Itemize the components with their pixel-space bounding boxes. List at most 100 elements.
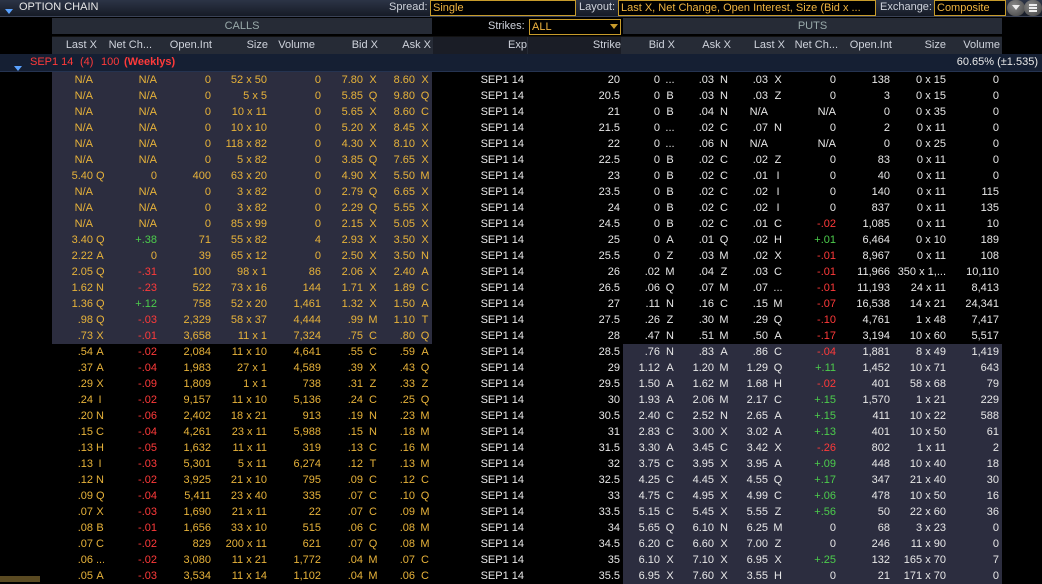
- cell-bid[interactable]: .99: [324, 312, 366, 328]
- cell-pbid[interactable]: 0: [623, 104, 663, 120]
- cell-pbid[interactable]: .11: [623, 296, 663, 312]
- cell-pask[interactable]: .02: [677, 120, 717, 136]
- cell-bid[interactable]: 3.85: [324, 152, 366, 168]
- cell-pbid[interactable]: 6.10: [623, 552, 663, 568]
- layout-select[interactable]: Last X, Net Change, Open Interest, Size …: [618, 0, 876, 16]
- call-col-bid[interactable]: Bid X: [322, 37, 378, 54]
- cell-bid[interactable]: .07: [324, 504, 366, 520]
- cell-pbid[interactable]: .76: [623, 344, 663, 360]
- cell-pask[interactable]: .02: [677, 200, 717, 216]
- put-col-bid[interactable]: Bid X: [623, 37, 675, 54]
- cell-bid[interactable]: .75: [324, 328, 366, 344]
- table-row[interactable]: .29 X -.09 1,809 1 x 1 738.31 Z .33 Z SEP1 14 29.5…: [0, 376, 1002, 392]
- cell-pask[interactable]: 7.10: [677, 552, 717, 568]
- cell-ask[interactable]: .10: [380, 488, 418, 504]
- call-col-last[interactable]: Last X: [52, 37, 97, 54]
- cell-pask[interactable]: 3.95: [677, 456, 717, 472]
- put-col-openint[interactable]: Open.Int: [840, 37, 892, 54]
- table-row[interactable]: N/A N/A 0 10 x 10 0 5.20 X 8.45 X SEP1 14 21.5 0...…: [0, 120, 1002, 136]
- cell-pbid[interactable]: 3.30: [623, 440, 663, 456]
- cell-pask[interactable]: .04: [677, 104, 717, 120]
- table-row[interactable]: 5.40 Q 0 400 63 x 20 0 4.90 X 5.50 M SEP1 14 23 0 B .0…: [0, 168, 1002, 184]
- cell-pask[interactable]: 1.62: [677, 376, 717, 392]
- table-row[interactable]: N/A N/A 0 85 x 99 0 2.15 X 5.05 X SEP1 14 24.5 0 B .0…: [0, 216, 1002, 232]
- table-row[interactable]: .20 N -.06 2,402 18 x 21 913.19 N .23 M SEP1 14 30…: [0, 408, 1002, 424]
- cell-bid[interactable]: .13: [324, 440, 366, 456]
- table-row[interactable]: N/A N/A 0 118 x 82 0 4.30 X 8.10 X SEP1 14 22 0....…: [0, 136, 1002, 152]
- cell-pask[interactable]: .83: [677, 344, 717, 360]
- cell-ask[interactable]: 6.65: [380, 184, 418, 200]
- cell-ask[interactable]: 5.05: [380, 216, 418, 232]
- cell-bid[interactable]: .55: [324, 344, 366, 360]
- table-row[interactable]: .24 I -.02 9,157 11 x 10 5,136.24 C .25 Q SEP1 14…: [0, 392, 1002, 408]
- cell-bid[interactable]: .19: [324, 408, 366, 424]
- cell-bid[interactable]: 1.71: [324, 280, 366, 296]
- table-row[interactable]: .07 C -.02 829 200 x 11 621.07 Q .08 M SEP1 14 34.…: [0, 536, 1002, 552]
- cell-pask[interactable]: 1.20: [677, 360, 717, 376]
- table-row[interactable]: N/A N/A 0 3 x 82 0 2.79 Q 6.65 X SEP1 14 23.5 0 B .02…: [0, 184, 1002, 200]
- cell-bid[interactable]: 5.65: [324, 104, 366, 120]
- call-col-netch[interactable]: Net Ch...: [100, 37, 152, 54]
- cell-pask[interactable]: .02: [677, 152, 717, 168]
- cell-bid[interactable]: .31: [324, 376, 366, 392]
- cell-ask[interactable]: .25: [380, 392, 418, 408]
- cell-pbid[interactable]: .26: [623, 312, 663, 328]
- cell-pask[interactable]: 3.00: [677, 424, 717, 440]
- table-row[interactable]: N/A N/A 0 52 x 50 0 7.80 X 8.60 X SEP1 14 20 0... .0…: [0, 72, 1002, 88]
- cell-pbid[interactable]: 1.50: [623, 376, 663, 392]
- cell-pbid[interactable]: 0: [623, 88, 663, 104]
- cell-pask[interactable]: .03: [677, 88, 717, 104]
- cell-pbid[interactable]: 0: [623, 120, 663, 136]
- cell-bid[interactable]: .39: [324, 360, 366, 376]
- cell-pbid[interactable]: .06: [623, 280, 663, 296]
- cell-pbid[interactable]: 1.93: [623, 392, 663, 408]
- cell-pbid[interactable]: 2.83: [623, 424, 663, 440]
- table-row[interactable]: .06...-.023,08011 x 211,772.04M.07CSEP1 …: [0, 552, 1002, 568]
- cell-pask[interactable]: .01: [677, 232, 717, 248]
- put-col-size[interactable]: Size: [894, 37, 946, 54]
- cell-bid[interactable]: 2.79: [324, 184, 366, 200]
- put-col-netch[interactable]: Net Ch...: [786, 37, 838, 54]
- call-col-ask[interactable]: Ask X: [380, 37, 431, 54]
- chevron-down-icon[interactable]: [1007, 0, 1025, 16]
- cell-ask[interactable]: 1.89: [380, 280, 418, 296]
- cell-pask[interactable]: .51: [677, 328, 717, 344]
- cell-ask[interactable]: 2.40: [380, 264, 418, 280]
- cell-ask[interactable]: 5.50: [380, 168, 418, 184]
- table-row[interactable]: N/A N/A 0 5 x 82 0 3.85 Q 7.65 X SEP1 14 22.5 0 B .02…: [0, 152, 1002, 168]
- cell-pask[interactable]: 2.52: [677, 408, 717, 424]
- cell-pask[interactable]: 3.45: [677, 440, 717, 456]
- cell-ask[interactable]: 8.10: [380, 136, 418, 152]
- put-col-last[interactable]: Last X: [733, 37, 785, 54]
- cell-bid[interactable]: .06: [324, 520, 366, 536]
- cell-ask[interactable]: .23: [380, 408, 418, 424]
- cell-pask[interactable]: .03: [677, 72, 717, 88]
- cell-bid[interactable]: .07: [324, 536, 366, 552]
- cell-bid[interactable]: .07: [324, 488, 366, 504]
- footer-tab[interactable]: [0, 576, 40, 582]
- cell-pbid[interactable]: 0: [623, 72, 663, 88]
- expiration-group-row[interactable]: SEP1 14 (4) 100 (Weeklys) 60.65% (±1.535…: [0, 54, 1042, 72]
- cell-pbid[interactable]: 0: [623, 168, 663, 184]
- table-row[interactable]: .12 N -.02 3,925 21 x 10 795.09 C .12 C SEP1 14 32…: [0, 472, 1002, 488]
- call-col-size[interactable]: Size: [214, 37, 268, 54]
- cell-pask[interactable]: 5.45: [677, 504, 717, 520]
- cell-pbid[interactable]: .47: [623, 328, 663, 344]
- cell-bid[interactable]: 4.30: [324, 136, 366, 152]
- put-col-volume[interactable]: Volume: [948, 37, 1000, 54]
- table-row[interactable]: 1.36 Q +.12 758 52 x 20 1,461 1.32 X 1.50 A SEP1 1…: [0, 296, 1002, 312]
- table-row[interactable]: 1.62 N -.23 522 73 x 16 144 1.71 X 1.89 C SEP1 14 2…: [0, 280, 1002, 296]
- cell-pbid[interactable]: 0: [623, 136, 663, 152]
- cell-pbid[interactable]: 0: [623, 200, 663, 216]
- cell-pbid[interactable]: 0: [623, 184, 663, 200]
- cell-bid[interactable]: 2.93: [324, 232, 366, 248]
- cell-bid[interactable]: 5.20: [324, 120, 366, 136]
- spread-select[interactable]: Single: [430, 0, 576, 16]
- cell-bid[interactable]: .04: [324, 552, 366, 568]
- cell-pbid[interactable]: 0: [623, 216, 663, 232]
- cell-pask[interactable]: .02: [677, 168, 717, 184]
- cell-pbid[interactable]: 2.40: [623, 408, 663, 424]
- call-col-openint[interactable]: Open.Int: [157, 37, 212, 54]
- cell-bid[interactable]: 2.15: [324, 216, 366, 232]
- table-row[interactable]: .13 I -.03 5,301 5 x 11 6,274.12 T .13 M SEP1 14 3…: [0, 456, 1002, 472]
